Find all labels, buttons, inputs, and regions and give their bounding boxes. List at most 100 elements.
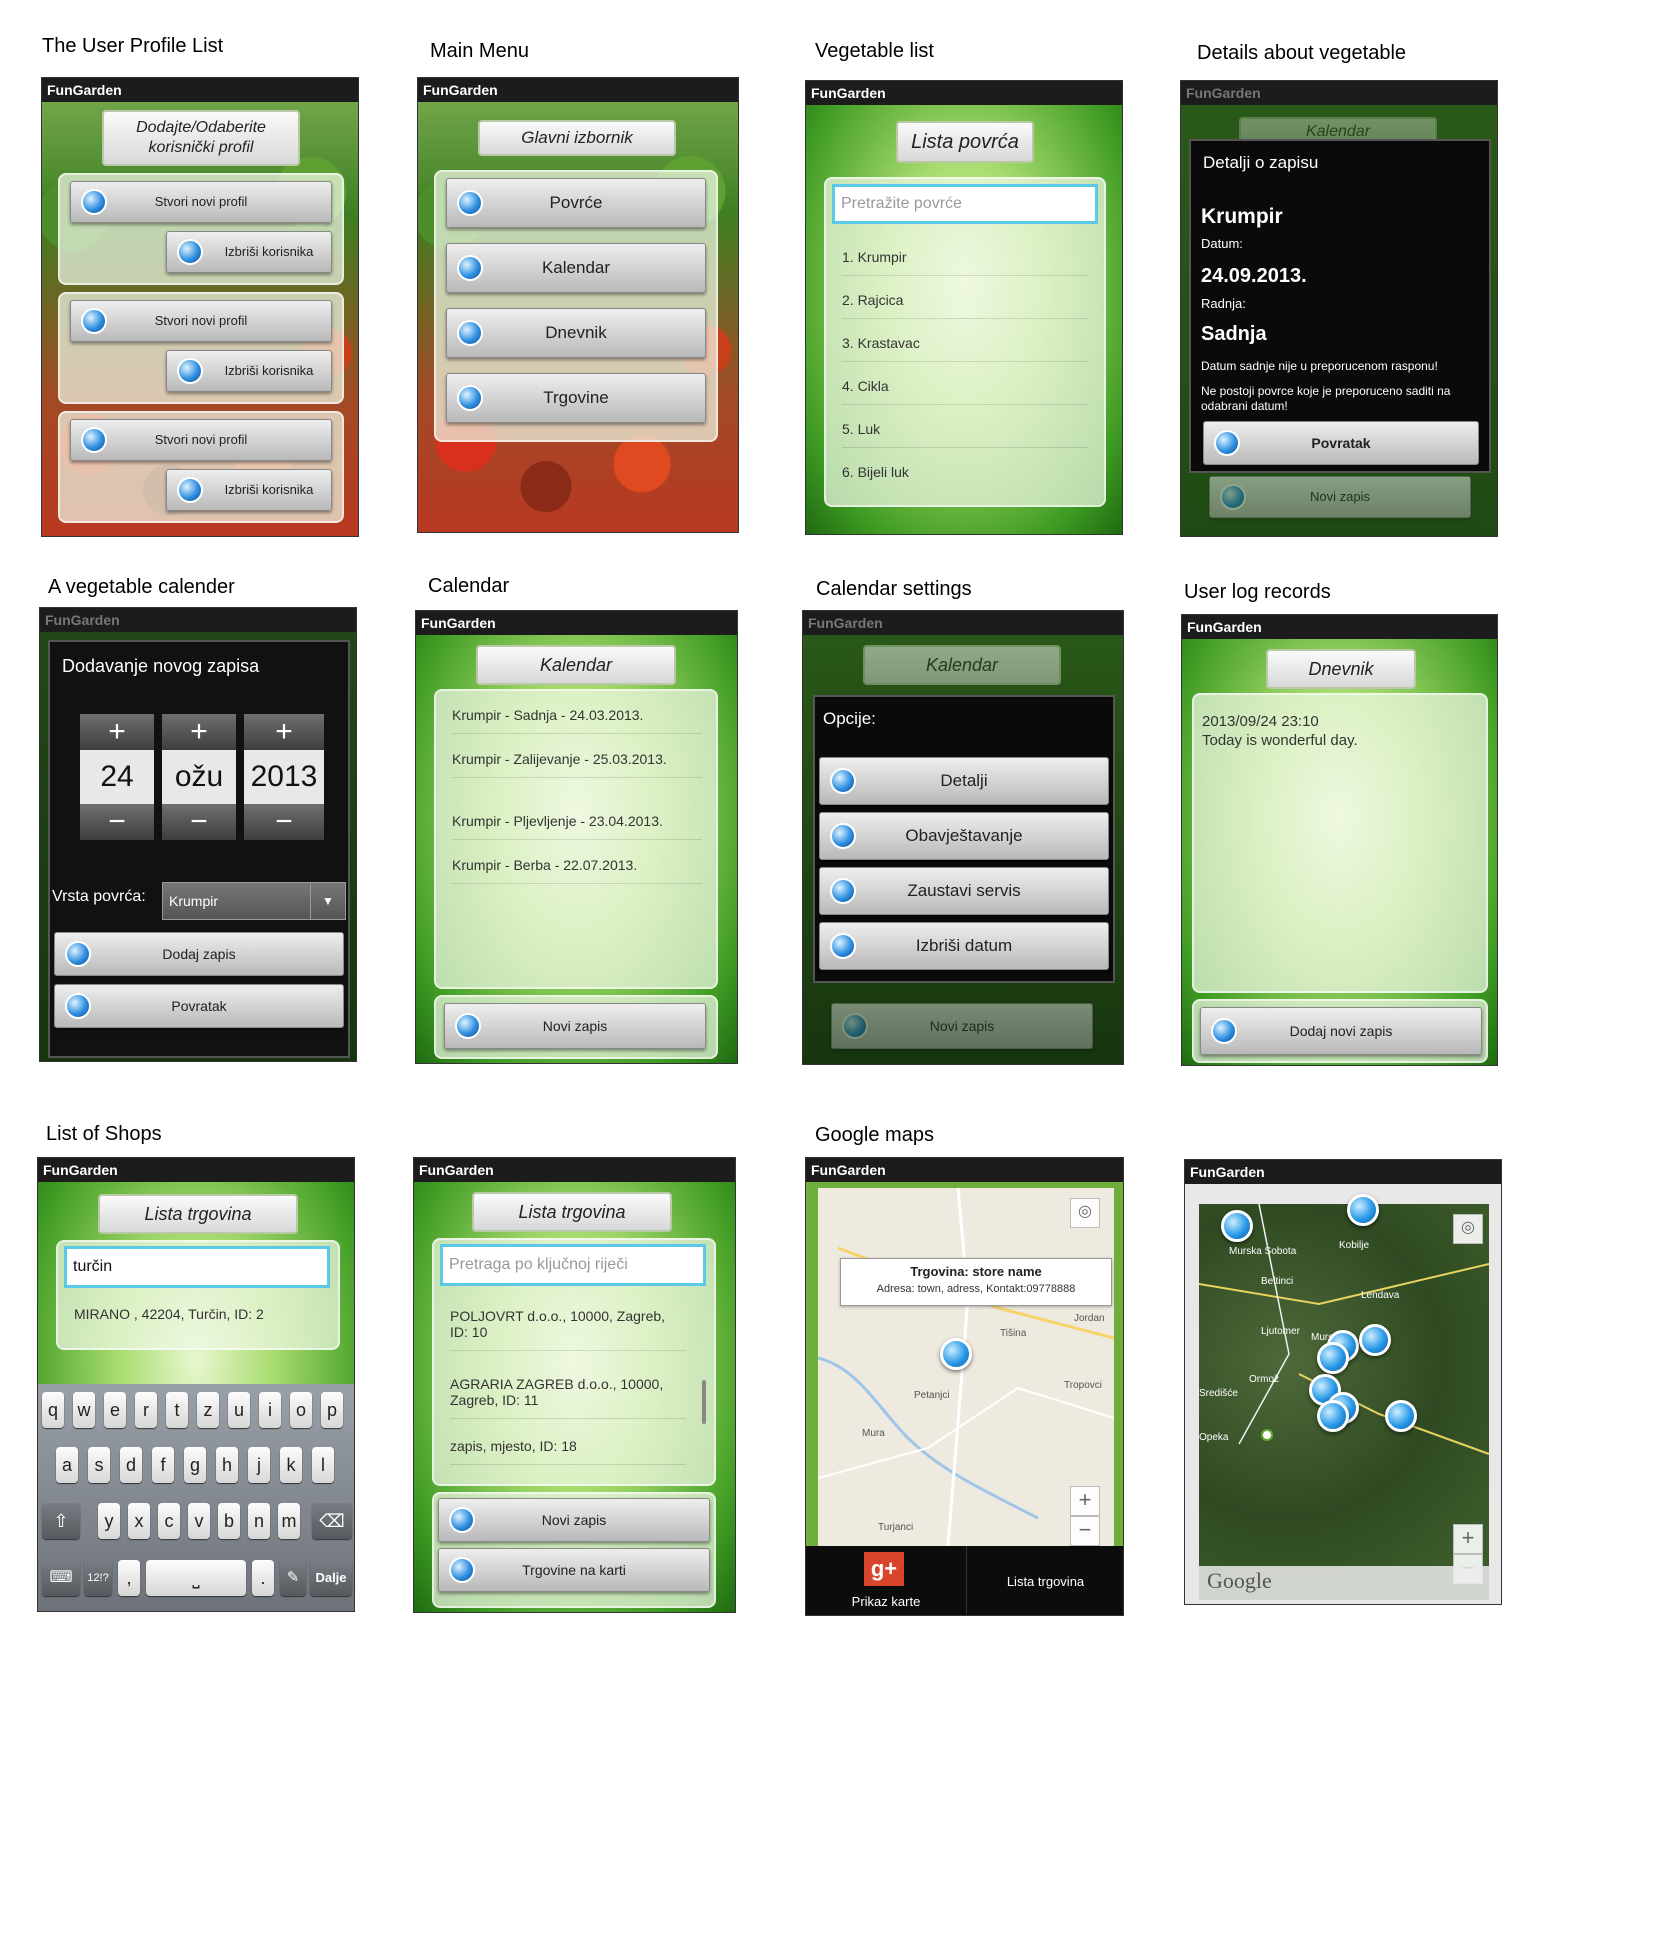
- list-item[interactable]: 3. Krastavac: [842, 335, 1088, 362]
- list-item[interactable]: 6. Bijeli luk: [842, 464, 1088, 490]
- menu-item-shops[interactable]: Trgovine: [446, 373, 706, 423]
- backspace-key[interactable]: ⌫: [312, 1503, 352, 1539]
- key[interactable]: y: [98, 1503, 120, 1539]
- shop-marker-icon[interactable]: [1385, 1400, 1417, 1432]
- next-key[interactable]: Dalje: [310, 1560, 352, 1596]
- delete-date-option-button[interactable]: Izbriši datum: [819, 922, 1109, 970]
- day-value[interactable]: 24: [80, 750, 154, 804]
- key[interactable]: k: [280, 1447, 302, 1483]
- list-item[interactable]: Krumpir - Pljevljenje - 23.04.2013.: [452, 813, 702, 840]
- month-plus-button[interactable]: +: [162, 714, 236, 750]
- new-entry-button[interactable]: Novi zapis: [444, 1003, 706, 1049]
- zoom-in-button[interactable]: +: [1453, 1524, 1483, 1554]
- key[interactable]: s: [88, 1447, 110, 1483]
- key[interactable]: h: [216, 1447, 238, 1483]
- month-minus-button[interactable]: −: [162, 804, 236, 840]
- shop-marker-icon[interactable]: [1317, 1400, 1349, 1432]
- key[interactable]: o: [290, 1392, 312, 1428]
- month-value[interactable]: ožu: [162, 750, 236, 804]
- delete-user-button[interactable]: Izbriši korisnika: [166, 469, 332, 511]
- back-button[interactable]: Povratak: [1203, 421, 1479, 465]
- list-item[interactable]: 2. Rajcica: [842, 292, 1088, 319]
- year-plus-button[interactable]: +: [244, 714, 324, 750]
- key[interactable]: p: [321, 1392, 343, 1428]
- create-profile-button[interactable]: Stvori novi profil: [70, 419, 332, 461]
- list-item[interactable]: zapis, mjesto, ID: 18: [450, 1438, 686, 1465]
- list-item[interactable]: AGRARIA ZAGREB d.o.o., 10000, Zagreb, ID…: [450, 1376, 686, 1419]
- stop-service-option-button[interactable]: Zaustavi servis: [819, 867, 1109, 915]
- map-view[interactable]: Petanjci Tišina Jordan Tropovci Mura Tur…: [818, 1188, 1114, 1546]
- shop-marker-icon[interactable]: [940, 1338, 972, 1370]
- year-picker[interactable]: + 2013 −: [244, 714, 324, 840]
- my-location-icon[interactable]: ◎: [1070, 1198, 1100, 1228]
- create-profile-button[interactable]: Stvori novi profil: [70, 181, 332, 223]
- symbols-key[interactable]: 12!?: [84, 1560, 112, 1596]
- tab-shop-list[interactable]: Lista trgovina: [966, 1546, 1123, 1615]
- key[interactable]: i: [259, 1392, 281, 1428]
- menu-item-diary[interactable]: Dnevnik: [446, 308, 706, 358]
- marker-info-window[interactable]: Trgovina: store name Adresa: town, adres…: [840, 1258, 1112, 1306]
- satellite-map-view[interactable]: Murska Sobota Beltinci Lendava Ljutomer …: [1199, 1194, 1489, 1600]
- menu-item-calendar[interactable]: Kalendar: [446, 243, 706, 293]
- day-picker[interactable]: + 24 −: [80, 714, 154, 840]
- list-item[interactable]: Krumpir - Berba - 22.07.2013.: [452, 857, 702, 884]
- shop-marker-icon[interactable]: [1317, 1342, 1349, 1374]
- key[interactable]: j: [248, 1447, 270, 1483]
- zoom-in-button[interactable]: +: [1070, 1486, 1100, 1516]
- my-location-icon[interactable]: ◎: [1453, 1214, 1483, 1244]
- list-item[interactable]: MIRANO , 42204, Turčin, ID: 2: [74, 1306, 264, 1322]
- keyboard-icon[interactable]: ⌨: [42, 1560, 80, 1596]
- key[interactable]: v: [188, 1503, 210, 1539]
- wrench-icon[interactable]: ✎: [280, 1560, 306, 1596]
- new-entry-button[interactable]: Novi zapis: [1209, 476, 1471, 518]
- vegetable-type-select[interactable]: Krumpir ▼: [162, 882, 346, 920]
- key[interactable]: w: [73, 1392, 95, 1428]
- year-value[interactable]: 2013: [244, 750, 324, 804]
- list-item[interactable]: 1. Krumpir: [842, 249, 1088, 276]
- zoom-out-button[interactable]: −: [1070, 1516, 1100, 1546]
- shop-marker-icon[interactable]: [1221, 1210, 1253, 1242]
- key[interactable]: c: [158, 1503, 180, 1539]
- shop-marker-icon[interactable]: [1347, 1194, 1379, 1226]
- list-item[interactable]: Krumpir - Sadnja - 24.03.2013.: [452, 707, 702, 734]
- day-plus-button[interactable]: +: [80, 714, 154, 750]
- year-minus-button[interactable]: −: [244, 804, 324, 840]
- scrollbar[interactable]: [702, 1380, 706, 1424]
- key[interactable]: a: [56, 1447, 78, 1483]
- key[interactable]: r: [135, 1392, 157, 1428]
- shop-marker-icon[interactable]: [1359, 1324, 1391, 1356]
- period-key[interactable]: .: [252, 1560, 274, 1596]
- key[interactable]: g: [184, 1447, 206, 1483]
- key[interactable]: q: [42, 1392, 64, 1428]
- shop-search-input[interactable]: Pretraga po ključnoj riječi: [440, 1244, 706, 1286]
- key[interactable]: f: [152, 1447, 174, 1483]
- key[interactable]: x: [128, 1503, 150, 1539]
- key[interactable]: b: [218, 1503, 240, 1539]
- key[interactable]: t: [166, 1392, 188, 1428]
- notification-option-button[interactable]: Obavještavanje: [819, 812, 1109, 860]
- key[interactable]: l: [312, 1447, 334, 1483]
- key[interactable]: z: [197, 1392, 219, 1428]
- delete-user-button[interactable]: Izbriši korisnika: [166, 350, 332, 392]
- new-entry-button[interactable]: Novi zapis: [831, 1003, 1093, 1049]
- add-diary-entry-button[interactable]: Dodaj novi zapis: [1200, 1007, 1482, 1055]
- list-item[interactable]: 5. Luk: [842, 421, 1088, 448]
- key[interactable]: u: [228, 1392, 250, 1428]
- details-option-button[interactable]: Detalji: [819, 757, 1109, 805]
- menu-item-vegetables[interactable]: Povrće: [446, 178, 706, 228]
- back-button[interactable]: Povratak: [54, 984, 344, 1028]
- delete-user-button[interactable]: Izbriši korisnika: [166, 231, 332, 273]
- add-entry-button[interactable]: Dodaj zapis: [54, 932, 344, 976]
- day-minus-button[interactable]: −: [80, 804, 154, 840]
- key[interactable]: e: [104, 1392, 126, 1428]
- shift-key[interactable]: ⇧: [42, 1503, 80, 1539]
- list-item[interactable]: 4. Cikla: [842, 378, 1088, 405]
- month-picker[interactable]: + ožu −: [162, 714, 236, 840]
- shop-search-input[interactable]: turčin: [64, 1246, 330, 1288]
- space-key[interactable]: ⎵: [146, 1560, 246, 1596]
- comma-key[interactable]: ,: [118, 1560, 140, 1596]
- tab-map-view[interactable]: g+ Prikaz karte: [806, 1546, 967, 1615]
- new-entry-button[interactable]: Novi zapis: [438, 1498, 710, 1542]
- key[interactable]: m: [278, 1503, 300, 1539]
- list-item[interactable]: POLJOVRT d.o.o., 10000, Zagreb, ID: 10: [450, 1308, 686, 1351]
